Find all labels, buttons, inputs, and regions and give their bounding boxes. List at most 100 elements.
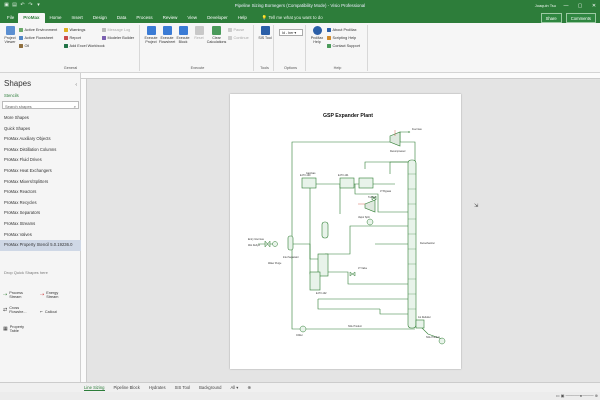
zoom-controls[interactable]: ▭ ▣ ─────●──── ⊕ (556, 393, 598, 398)
property-table-shape[interactable]: ▦ Property Table (3, 325, 24, 333)
search-icon[interactable]: ⌕ (74, 104, 76, 109)
active-flowsheet-button[interactable]: Active Flowsheet (19, 36, 53, 40)
close-button[interactable]: ✕ (590, 3, 598, 9)
scripting-help-button[interactable]: Scripting Help (327, 36, 356, 40)
page-tab-all[interactable]: All ▾ (230, 385, 238, 390)
tell-me-search[interactable]: 💡 Tell me what you want to do (262, 13, 323, 23)
process-flow-diagram[interactable]: GSP Expander Plant Fuel Gas Recompressor… (230, 94, 461, 369)
customize-icon[interactable]: ▾ (36, 3, 41, 8)
share-button[interactable]: Share (540, 13, 562, 23)
list-item[interactable]: ProMax Streams (0, 219, 81, 230)
undo-icon[interactable]: ↶ (20, 3, 25, 8)
list-item[interactable]: ProMax Separators (0, 208, 81, 219)
list-item[interactable]: ProMax Distillation Columns (0, 145, 81, 156)
comments-button[interactable]: Comments (565, 13, 596, 23)
tab-help[interactable]: Help (233, 13, 252, 23)
tab-design[interactable]: Design (88, 13, 112, 23)
list-item[interactable]: More Shapes (0, 113, 81, 124)
heat-exchanger-3[interactable] (358, 177, 374, 189)
chiller[interactable] (299, 325, 307, 333)
drawing-page[interactable]: GSP Expander Plant Fuel Gas Recompressor… (230, 94, 461, 369)
list-item[interactable]: ProMax Valves (0, 230, 81, 241)
heat-exchanger-1[interactable] (301, 177, 317, 189)
continue-button[interactable]: Continue (228, 36, 249, 40)
stream-line[interactable] (364, 161, 408, 169)
list-item[interactable]: ProMax Mixers/Splitters (0, 177, 81, 188)
reset-button[interactable]: Reset (192, 26, 206, 40)
list-item[interactable]: ProMax Fluid Drives (0, 155, 81, 166)
list-item-selected[interactable]: ProMax Property Stencil 5.0.19236.0 (0, 240, 81, 251)
oil-button[interactable]: Oil (19, 44, 29, 48)
reboiler[interactable] (415, 319, 425, 329)
execute-block-button[interactable]: Execute Block (176, 26, 190, 44)
stream-line[interactable] (325, 271, 408, 285)
modeler-builder-button[interactable]: Modeler Builder (102, 36, 134, 40)
minimize-button[interactable]: — (562, 3, 570, 9)
clear-calculations-button[interactable]: Clear Calculations (207, 26, 226, 44)
tab-home[interactable]: Home (45, 13, 67, 23)
stream-line[interactable] (325, 225, 370, 255)
collapse-panel-icon[interactable]: ‹ (75, 82, 77, 88)
product-pump[interactable] (438, 337, 446, 345)
sis-tool-button[interactable]: SIS Tool (258, 26, 272, 40)
cold-separator[interactable] (321, 221, 329, 239)
tab-developer[interactable]: Developer (202, 13, 233, 23)
cross-flowsheet-shape[interactable]: ⇄ Cross Flowshe... (3, 306, 29, 314)
tab-file[interactable]: File (3, 13, 18, 23)
execute-project-button[interactable]: Execute Project (144, 26, 158, 44)
maximize-button[interactable]: ▢ (576, 3, 584, 9)
demethanizer-column[interactable] (407, 159, 417, 329)
turbine[interactable] (364, 199, 376, 213)
search-shapes-input[interactable]: Search shapes ⌕ (2, 101, 79, 109)
tab-view[interactable]: View (182, 13, 202, 23)
add-excel-workbook-button[interactable]: Add Excel Workbook (64, 44, 105, 48)
tab-process[interactable]: Process (131, 13, 157, 23)
drawing-canvas[interactable]: GSP Expander Plant Fuel Gas Recompressor… (87, 79, 600, 382)
save-icon[interactable]: ▤ (12, 3, 17, 8)
page-tab-background[interactable]: Background (199, 385, 221, 390)
add-page-button[interactable]: ⊕ (247, 385, 251, 390)
stream-line[interactable] (317, 299, 380, 310)
active-environment-button[interactable]: Active Environment (19, 28, 57, 32)
list-item[interactable]: ProMax Recycles (0, 198, 81, 209)
stream-line[interactable] (389, 161, 408, 174)
message-log-button[interactable]: Message Log (102, 28, 130, 32)
execute-flowsheet-button[interactable]: Execute Flowsheet (159, 26, 175, 44)
callout-shape[interactable]: ⌐ Callout (40, 309, 57, 314)
tab-review[interactable]: Review (158, 13, 183, 23)
inlet-valve[interactable] (264, 240, 271, 248)
list-item[interactable]: ProMax Heat Exchangers (0, 166, 81, 177)
energy-stream-shape[interactable]: ⇢ Energy Stream (40, 291, 60, 299)
user-name[interactable]: Joaquin Tsu (535, 3, 556, 8)
tab-data[interactable]: Data (112, 13, 132, 23)
stencils-tab[interactable]: Stencils (4, 93, 19, 98)
warnings-button[interactable]: Warnings (64, 28, 85, 32)
report-button[interactable]: Report (64, 36, 81, 40)
stream-line[interactable] (399, 131, 411, 142)
vapor-split-vessel[interactable] (366, 218, 374, 226)
units-dropdown[interactable]: Id - ber ▾ (279, 29, 303, 36)
list-item[interactable]: Quick Shapes (0, 124, 81, 135)
stream-line[interactable] (379, 309, 408, 315)
list-item[interactable]: ProMax Reactors (0, 187, 81, 198)
jt-valve[interactable] (349, 271, 356, 277)
inlet-pump[interactable] (272, 241, 278, 247)
page-tab-line-sizing[interactable]: Line Sizing (84, 385, 105, 391)
process-stream-shape[interactable]: ⇢ Process Stream (3, 291, 23, 299)
redo-icon[interactable]: ↷ (28, 3, 33, 8)
page-tab-sis-tool[interactable]: SIS Tool (175, 385, 191, 390)
stream-line[interactable] (291, 141, 399, 152)
tab-promax[interactable]: ProMax (18, 13, 45, 23)
autosave-icon[interactable]: ▣ (4, 3, 9, 8)
tab-insert[interactable]: Insert (67, 13, 88, 23)
promax-help-button[interactable]: ProMax Help (310, 26, 324, 44)
inlet-separator[interactable] (287, 235, 294, 251)
list-item[interactable]: ProMax Auxiliary Objects (0, 134, 81, 145)
heat-exchanger-5[interactable] (309, 271, 321, 291)
about-promax-button[interactable]: About ProMax (327, 28, 357, 32)
contact-support-button[interactable]: Contact Support (327, 44, 360, 48)
pause-button[interactable]: Pause (228, 28, 244, 32)
heat-exchanger-2[interactable] (339, 177, 355, 189)
project-viewer-button[interactable]: Project Viewer (3, 26, 17, 44)
page-tab-hydrates[interactable]: Hydrates (149, 385, 166, 390)
